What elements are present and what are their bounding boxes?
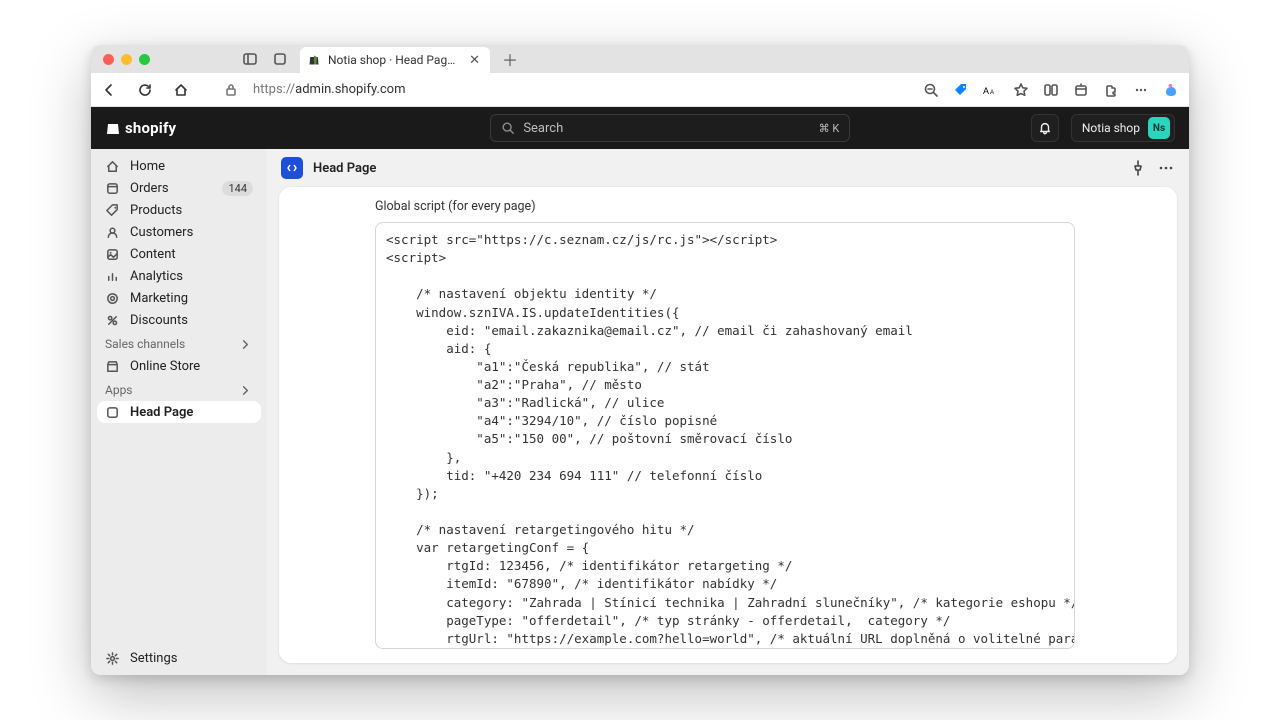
sidebar: Home Orders 144 Products Customers (91, 149, 267, 675)
sidebar-item-label: Online Store (130, 359, 200, 374)
sidebar-item-products[interactable]: Products (97, 199, 261, 221)
sidebar-item-label: Customers (130, 225, 193, 240)
products-icon (105, 203, 120, 218)
extensions-icon[interactable] (1103, 82, 1119, 98)
more-dots-icon[interactable] (1133, 82, 1149, 98)
shopify-logo[interactable]: shopify (105, 119, 176, 137)
global-search[interactable]: Search ⌘ K (490, 114, 850, 142)
main-area: Home Orders 144 Products Customers (91, 149, 1189, 675)
zoom-out-icon[interactable] (923, 82, 939, 98)
urlbar-actions: AA (923, 82, 1179, 98)
sidebar-item-label: Discounts (130, 313, 188, 328)
shopify-bag-icon (105, 120, 121, 136)
card-area: Global script (for every page) <script s… (279, 187, 1177, 663)
svg-text:A: A (990, 90, 994, 96)
home-nav-icon[interactable] (173, 82, 189, 98)
notifications-button[interactable] (1031, 114, 1059, 142)
search-icon (501, 121, 515, 135)
copilot-icon[interactable] (1163, 82, 1179, 98)
discounts-icon (105, 313, 120, 328)
shop-name: Notia shop (1082, 121, 1140, 135)
url-text[interactable]: https://admin.shopify.com (253, 82, 909, 97)
window-close-dot[interactable] (103, 54, 114, 65)
chevron-right-icon (240, 385, 251, 396)
search-shortcut: ⌘ K (819, 122, 840, 135)
page-title: Head Page (313, 161, 376, 176)
new-tab-button[interactable]: ＋ (502, 47, 518, 71)
page-head: Head Page (267, 149, 1189, 187)
page-app-icon (281, 157, 303, 179)
split-screen-icon[interactable] (1043, 82, 1059, 98)
sidebar-item-content[interactable]: Content (97, 243, 261, 265)
store-icon (105, 359, 120, 374)
field-label: Global script (for every page) (375, 199, 1075, 214)
shop-chip[interactable]: Notia shop Ns (1071, 114, 1175, 142)
copy-window-icon[interactable] (272, 51, 288, 67)
customers-icon (105, 225, 120, 240)
orders-badge: 144 (222, 181, 253, 196)
bell-icon (1038, 121, 1052, 135)
search-placeholder: Search (523, 121, 810, 136)
content-column: Head Page Global script (for every page)… (267, 149, 1189, 675)
content-icon (105, 247, 120, 262)
pin-icon[interactable] (1129, 159, 1147, 177)
sidebar-item-label: Settings (130, 651, 177, 666)
collections-icon[interactable] (1073, 82, 1089, 98)
orders-icon (105, 181, 120, 196)
sidebar-item-label: Marketing (130, 291, 188, 306)
shopify-favicon-icon (308, 54, 320, 66)
sidebar-item-marketing[interactable]: Marketing (97, 287, 261, 309)
reload-icon[interactable] (137, 82, 153, 98)
browser-tab[interactable]: Notia shop · Head Page · Shop… ✕ (300, 47, 490, 73)
analytics-icon (105, 269, 120, 284)
sidebar-item-customers[interactable]: Customers (97, 221, 261, 243)
apps-header[interactable]: Apps (105, 383, 259, 397)
url-bar: https://admin.shopify.com AA (91, 73, 1189, 107)
tab-title: Notia shop · Head Page · Shop… (328, 53, 461, 67)
appbar: shopify Search ⌘ K Notia shop Ns (91, 107, 1189, 149)
tab-close-icon[interactable]: ✕ (469, 53, 480, 68)
sidebar-item-label: Head Page (130, 405, 193, 420)
sidebar-item-analytics[interactable]: Analytics (97, 265, 261, 287)
sidebar-item-home[interactable]: Home (97, 155, 261, 177)
sidebar-item-orders[interactable]: Orders 144 (97, 177, 261, 199)
browser-window: Notia shop · Head Page · Shop… ✕ ＋ https… (91, 45, 1189, 675)
chevron-right-icon (240, 339, 251, 350)
home-icon (105, 159, 120, 174)
global-script-textarea[interactable]: <script src="https://c.seznam.cz/js/rc.j… (375, 222, 1075, 649)
sidebar-item-head-page-app[interactable]: Head Page (97, 401, 261, 423)
sidebar-item-label: Products (130, 203, 182, 218)
titlebar: Notia shop · Head Page · Shop… ✕ ＋ (91, 45, 1189, 73)
avatar: Ns (1148, 117, 1170, 139)
global-script-card: Global script (for every page) <script s… (375, 199, 1075, 649)
sidebar-item-settings[interactable]: Settings (97, 647, 261, 669)
sidebar-toggle-icon[interactable] (242, 51, 258, 67)
code-brackets-icon (286, 162, 298, 174)
marketing-icon (105, 291, 120, 306)
window-max-dot[interactable] (139, 54, 150, 65)
price-tag-icon[interactable] (953, 82, 969, 98)
back-icon[interactable] (101, 82, 117, 98)
sidebar-item-discounts[interactable]: Discounts (97, 309, 261, 331)
favorite-star-icon[interactable] (1013, 82, 1029, 98)
app-square-icon (105, 405, 120, 420)
sidebar-item-label: Content (130, 247, 176, 262)
sidebar-item-label: Home (130, 159, 165, 174)
lock-icon (223, 82, 239, 98)
shopify-wordmark: shopify (125, 119, 176, 137)
gear-icon (105, 651, 120, 666)
window-traffic-lights (103, 54, 150, 65)
text-size-icon[interactable]: AA (983, 82, 999, 98)
window-min-dot[interactable] (121, 54, 132, 65)
sales-channels-header[interactable]: Sales channels (105, 337, 259, 351)
sidebar-item-online-store[interactable]: Online Store (97, 355, 261, 377)
sales-channels-label: Sales channels (105, 337, 185, 351)
sidebar-item-label: Analytics (130, 269, 183, 284)
svg-text:A: A (983, 86, 989, 96)
more-dots-icon[interactable] (1157, 159, 1175, 177)
sidebar-item-label: Orders (130, 181, 169, 196)
apps-label: Apps (105, 383, 133, 397)
